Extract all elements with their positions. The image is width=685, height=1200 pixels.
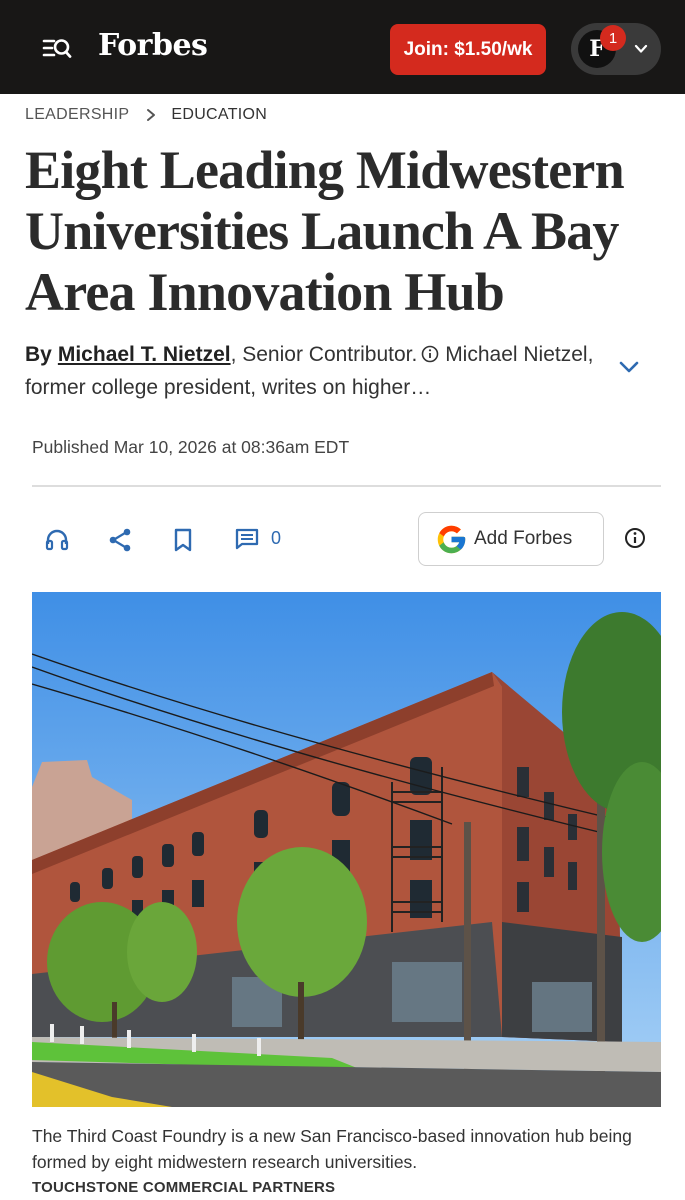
chevron-right-icon (145, 108, 157, 122)
bookmark-icon[interactable] (171, 527, 195, 553)
expand-byline-chevron-icon[interactable] (617, 356, 641, 378)
article-byline: By Michael T. Nietzel, Senior Contributor… (25, 338, 595, 404)
author-link[interactable]: Michael T. Nietzel (58, 343, 231, 366)
comment-icon[interactable] (234, 527, 260, 551)
menu-search-icon[interactable] (41, 34, 73, 64)
info-icon[interactable] (421, 340, 439, 363)
article-title: Eight Leading Midwestern Universities La… (25, 140, 625, 322)
share-icon[interactable] (107, 527, 133, 553)
comment-count[interactable]: 0 (271, 528, 281, 549)
join-subscription-button[interactable]: Join: $1.50/wk (390, 24, 546, 75)
add-forbes-google-button[interactable]: Add Forbes (418, 512, 604, 566)
published-date: Published Mar 10, 2026 at 08:36am EDT (32, 437, 350, 457)
forbes-logo[interactable]: Forbes (98, 28, 208, 63)
headphones-icon[interactable] (44, 527, 70, 553)
article-hero-photo (32, 592, 661, 1107)
top-navigation-bar: Forbes Join: $1.50/wk F 1 (0, 0, 685, 94)
account-menu-button[interactable]: F 1 (571, 23, 661, 75)
google-g-icon (435, 523, 468, 556)
building-photo-illustration (32, 592, 661, 1107)
chevron-down-icon (633, 41, 649, 57)
photo-caption: The Third Coast Foundry is a new San Fra… (32, 1126, 632, 1172)
notification-badge: 1 (600, 25, 626, 51)
author-role: , Senior Contributor. (230, 343, 418, 366)
breadcrumb-education-link[interactable]: EDUCATION (171, 106, 267, 124)
add-forbes-label: Add Forbes (474, 528, 573, 549)
info-icon[interactable] (624, 527, 646, 549)
byline-prefix: By (25, 343, 52, 366)
breadcrumb-leadership-link[interactable]: LEADERSHIP (25, 106, 129, 124)
photo-credit: TOUCHSTONE COMMERCIAL PARTNERS (32, 1179, 336, 1196)
breadcrumb: LEADERSHIP EDUCATION (25, 106, 267, 124)
divider (32, 485, 661, 487)
